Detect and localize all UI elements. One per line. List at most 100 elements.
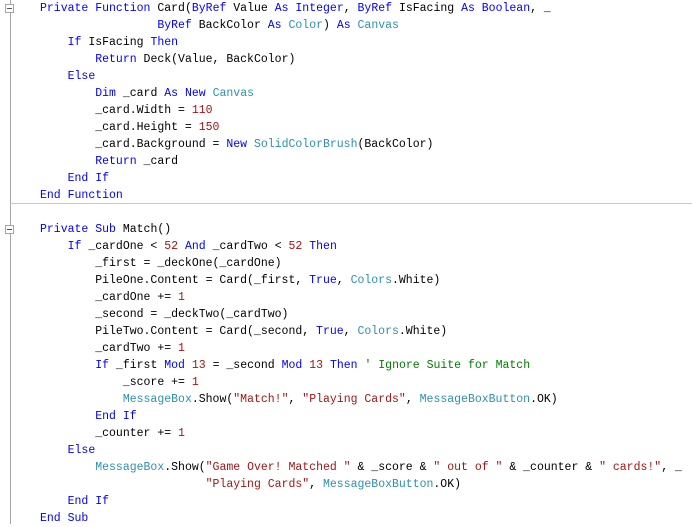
code-text: _counter += <box>40 427 179 440</box>
code-text: = _second <box>205 359 282 372</box>
number-literal: 1 <box>178 427 185 440</box>
code-text: , <box>336 274 351 287</box>
code-text: & _counter & <box>502 461 600 474</box>
type-name: Color <box>288 19 323 32</box>
code-line[interactable]: Return _card <box>40 153 178 170</box>
keyword: If <box>122 410 137 423</box>
code-line[interactable]: If IsFacing Then <box>40 34 178 51</box>
string-literal: "Playing Cards" <box>205 478 310 491</box>
code-line[interactable]: PileOne.Content = Card(_first, True, Col… <box>40 272 440 289</box>
code-line[interactable]: "Playing Cards", MessageBoxButton.OK) <box>40 476 461 493</box>
keyword: As <box>336 19 351 32</box>
keyword: End <box>67 495 89 508</box>
type-name: Canvas <box>357 19 399 32</box>
code-text: , <box>288 393 303 406</box>
code-line[interactable]: MessageBox.Show("Match!", "Playing Cards… <box>40 391 558 408</box>
code-line[interactable]: End Function <box>40 187 123 204</box>
code-line[interactable]: Dim _card As New Canvas <box>40 85 254 102</box>
code-line[interactable]: MessageBox.Show("Game Over! Matched " & … <box>40 459 682 476</box>
code-text: _card <box>136 155 179 168</box>
code-text: .Show( <box>164 461 206 474</box>
code-line[interactable]: _counter += 1 <box>40 425 185 442</box>
code-text: _card.Height = <box>40 121 199 134</box>
keyword: Mod <box>281 359 303 372</box>
keyword: True <box>309 274 337 287</box>
code-line[interactable]: ByRef BackColor As Color) As Canvas <box>40 17 399 34</box>
code-line[interactable]: _score += 1 <box>40 374 199 391</box>
keyword: If <box>95 495 110 508</box>
keyword: End <box>95 410 116 423</box>
code-text: PileOne.Content = Card(_first, <box>40 274 310 287</box>
code-line[interactable]: _cardTwo += 1 <box>40 340 185 357</box>
code-text: , <box>405 393 420 406</box>
code-line[interactable]: End If <box>40 170 109 187</box>
code-line[interactable]: End Sub <box>40 510 88 527</box>
code-line[interactable]: Return Deck(Value, BackColor) <box>40 51 295 68</box>
code-line[interactable]: _card.Background = New SolidColorBrush(B… <box>40 136 433 153</box>
keyword: Sub <box>95 223 116 236</box>
keyword: As <box>164 87 179 100</box>
number-literal: 110 <box>191 104 213 117</box>
code-line[interactable]: Private Function Card(ByRef Value As Int… <box>40 0 551 17</box>
collapse-icon[interactable] <box>5 225 14 234</box>
code-line[interactable]: _first = _deckOne(_cardOne) <box>40 255 281 272</box>
number-literal: 1 <box>178 291 185 304</box>
code-line[interactable]: _second = _deckTwo(_cardTwo) <box>40 306 288 323</box>
type-name: SolidColorBrush <box>253 138 358 151</box>
code-text: _first <box>109 359 165 372</box>
keyword: ByRef <box>357 2 393 15</box>
type-name: MessageBoxButton <box>322 478 434 491</box>
keyword: Return <box>95 53 137 66</box>
keyword: New <box>226 138 248 151</box>
number-literal: 52 <box>164 240 179 253</box>
keyword: Function <box>67 189 123 202</box>
code-line[interactable]: End If <box>40 493 109 510</box>
keyword: Then <box>309 240 337 253</box>
code-text: IsFacing <box>392 2 462 15</box>
code-text: _cardOne < <box>81 240 165 253</box>
code-line[interactable]: Else <box>40 68 96 85</box>
keyword: End <box>40 512 61 525</box>
code-editor[interactable]: Private Function Card(ByRef Value As Int… <box>0 0 692 527</box>
string-literal: "Playing Cards" <box>302 393 406 406</box>
keyword: Then <box>329 359 358 372</box>
code-line[interactable]: _cardOne += 1 <box>40 289 185 306</box>
code-line[interactable]: If _first Mod 13 = _second Mod 13 Then '… <box>40 357 530 374</box>
keyword: Mod <box>164 359 185 372</box>
code-text: ) <box>323 19 337 32</box>
type-name: MessageBoxButton <box>419 393 531 406</box>
type-name: Colors <box>350 274 392 287</box>
number-literal: 150 <box>198 121 220 134</box>
keyword: As <box>267 19 282 32</box>
code-line[interactable]: If _cardOne < 52 And _cardTwo < 52 Then <box>40 238 337 255</box>
code-line[interactable]: Private Sub Match() <box>40 221 171 238</box>
code-line[interactable]: _card.Width = 110 <box>40 102 213 119</box>
code-text: _cardOne += <box>40 291 179 304</box>
code-line[interactable]: _card.Height = 150 <box>40 119 219 136</box>
code-line[interactable]: Else <box>40 442 96 459</box>
type-name: MessageBox <box>122 393 192 406</box>
code-text: IsFacing <box>81 36 151 49</box>
keyword: Dim <box>95 87 116 100</box>
comment: ' Ignore Suite for Match <box>364 359 531 372</box>
code-text: _second = _deckTwo(_cardTwo) <box>40 308 289 321</box>
keyword: New <box>184 87 206 100</box>
code-line[interactable]: End If <box>40 408 137 425</box>
string-literal: " cards!" <box>599 461 662 474</box>
code-line[interactable]: PileTwo.Content = Card(_second, True, Co… <box>40 323 447 340</box>
keyword: If <box>67 36 82 49</box>
collapse-icon[interactable] <box>5 4 14 13</box>
number-literal: 13 <box>191 359 206 372</box>
